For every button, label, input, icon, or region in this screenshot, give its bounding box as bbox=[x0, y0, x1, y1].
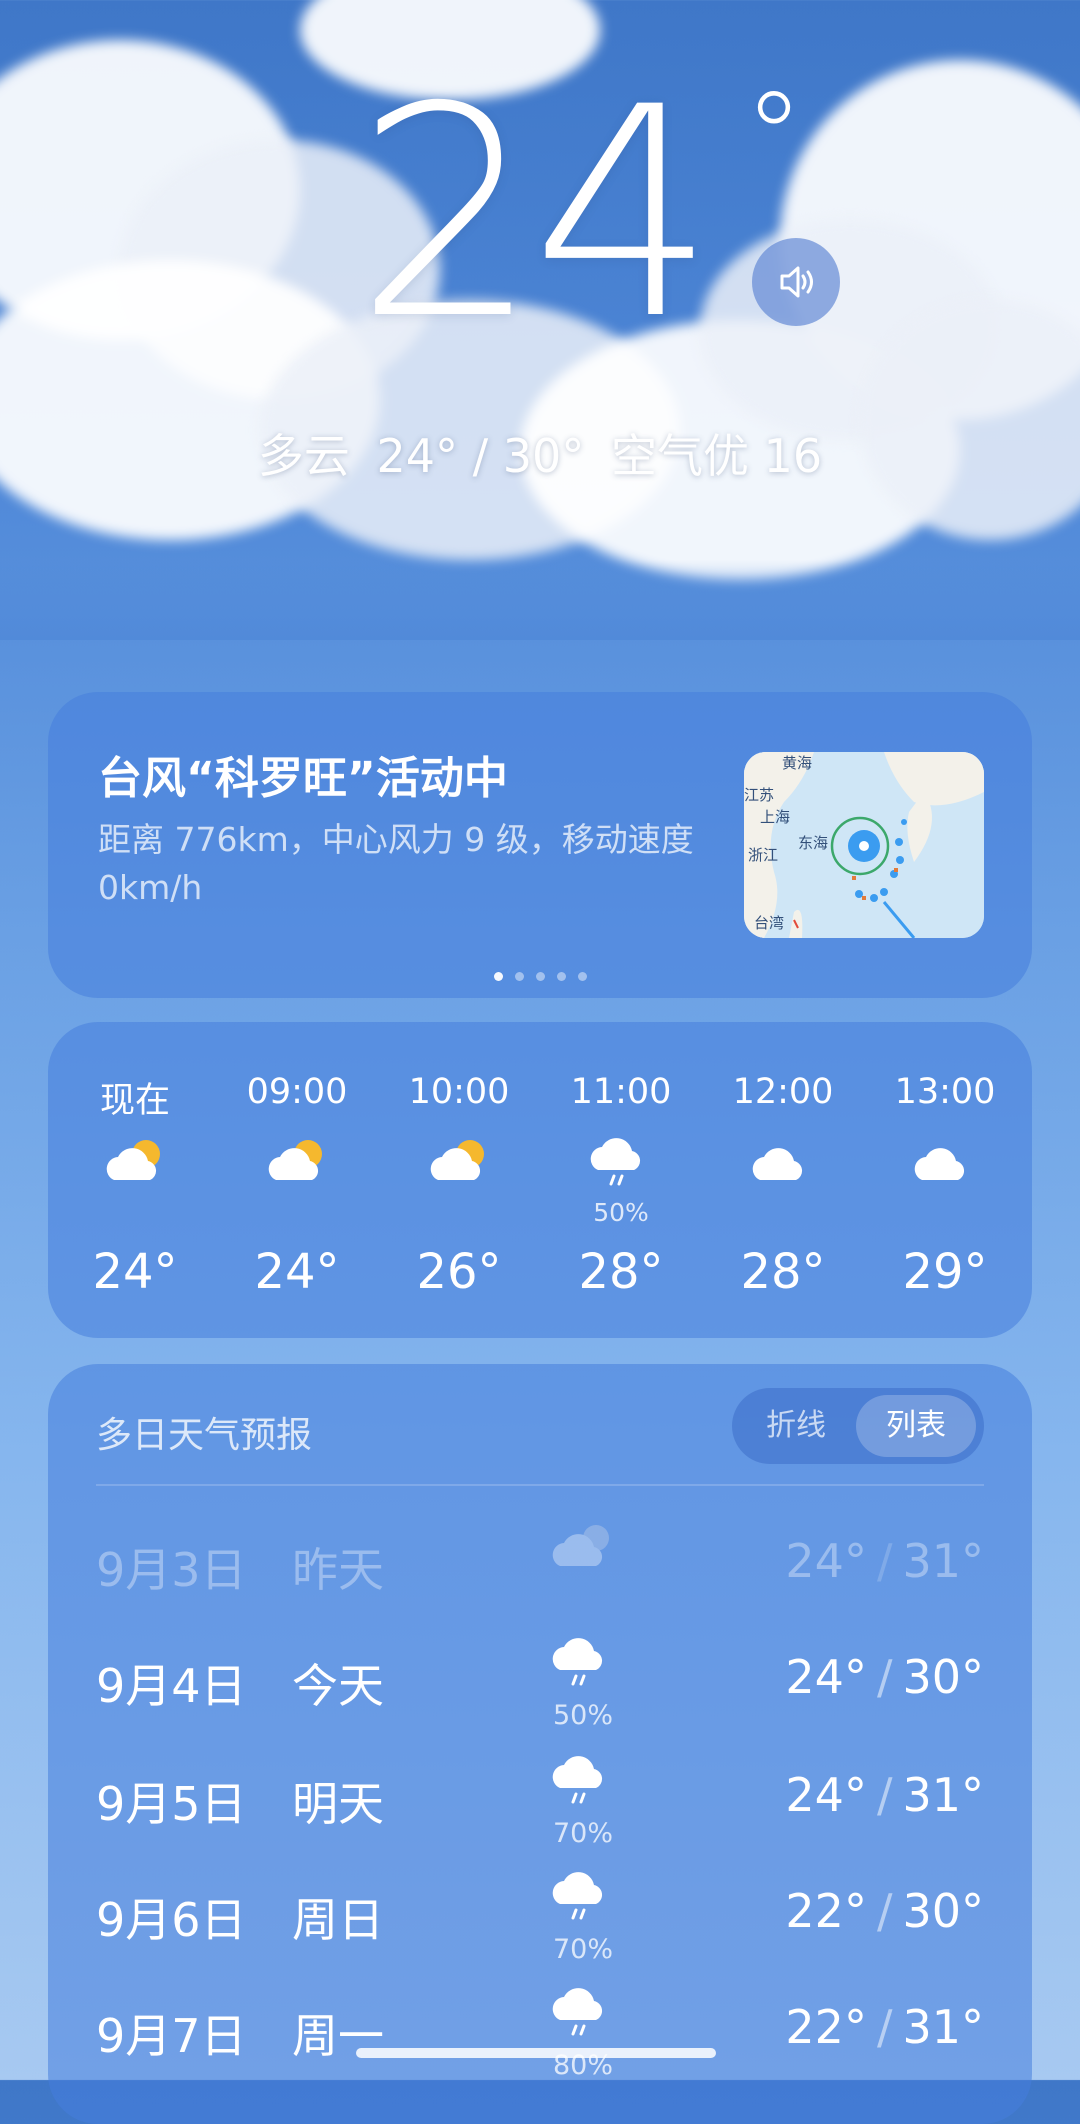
row-temp-range: 22°/31° bbox=[785, 2000, 984, 2054]
hour-time: 现在 bbox=[99, 1081, 170, 1121]
cloudy-night-icon bbox=[552, 1525, 609, 1566]
map-label: 上海 bbox=[760, 808, 791, 826]
row-precip: 70% bbox=[552, 1818, 613, 1849]
carousel-dot bbox=[493, 972, 503, 981]
hour-temp: 26° bbox=[416, 1244, 502, 1300]
row-high: 30° bbox=[902, 1884, 984, 1938]
row-low: 24° bbox=[785, 1534, 867, 1588]
typhoon-alert-card[interactable]: 台风“科罗旺”活动中 距离 776km，中心风力 9 级，移动速度 0km/h … bbox=[48, 692, 1032, 998]
row-low: 22° bbox=[785, 1884, 867, 1938]
daily-forecast-card: 多日天气预报 折线 列表 9月3日 昨天 24°/31° 9月4日 今天 50%… bbox=[48, 1364, 1032, 2124]
daily-forecast-title: 多日天气预报 bbox=[96, 1415, 313, 1456]
partly-cloudy-icon bbox=[106, 1140, 160, 1180]
daily-row[interactable]: 9月4日 今天 50% 24°/30° bbox=[48, 1630, 1032, 1740]
row-precip: 50% bbox=[552, 1700, 613, 1731]
partly-cloudy-icon bbox=[430, 1140, 484, 1180]
row-low: 24° bbox=[785, 1768, 867, 1822]
air-quality[interactable]: 空气优 16 bbox=[611, 429, 822, 483]
view-toggle[interactable]: 折线 列表 bbox=[732, 1388, 984, 1464]
row-temp-range: 22°/30° bbox=[785, 1884, 984, 1938]
row-temp-range: 24°/31° bbox=[785, 1534, 984, 1588]
row-high: 31° bbox=[902, 1768, 984, 1822]
voice-broadcast-button[interactable] bbox=[752, 238, 840, 326]
row-date: 9月4日 bbox=[96, 1659, 247, 1713]
cloudy-icon bbox=[914, 1148, 965, 1180]
hour-temp: 24° bbox=[254, 1244, 340, 1300]
typhoon-description: 距离 776km，中心风力 9 级，移动速度 0km/h bbox=[98, 820, 694, 907]
row-date: 9月7日 bbox=[96, 2009, 247, 2063]
daily-row[interactable]: 9月5日 明天 70% 24°/31° bbox=[48, 1748, 1032, 1858]
map-label: 东海 bbox=[798, 834, 829, 852]
daily-row[interactable]: 9月7日 周一 80% 22°/31° bbox=[48, 1980, 1032, 2090]
current-temperature: 24 bbox=[355, 46, 716, 383]
hour-time: 10:00 bbox=[408, 1072, 510, 1112]
rain-icon bbox=[552, 1756, 603, 1804]
carousel-dot bbox=[514, 972, 524, 981]
typhoon-map[interactable]: 黄海 江苏 上海 浙江 东海 台湾 bbox=[744, 752, 984, 938]
condition-text: 多云 bbox=[257, 429, 350, 483]
speaker-icon bbox=[780, 266, 813, 298]
daily-row[interactable]: 9月6日 周日 70% 22°/30° bbox=[48, 1864, 1032, 1974]
row-day: 今天 bbox=[292, 1659, 384, 1713]
hour-precip: 50% bbox=[593, 1198, 649, 1227]
row-date: 9月5日 bbox=[96, 1777, 247, 1831]
row-temp-range: 24°/30° bbox=[785, 1650, 984, 1704]
row-day: 明天 bbox=[292, 1777, 384, 1831]
row-precip: 70% bbox=[552, 1934, 613, 1965]
map-label: 台湾 bbox=[754, 914, 785, 932]
hour-temp: 28° bbox=[740, 1244, 826, 1300]
row-high: 31° bbox=[902, 1534, 984, 1588]
rain-icon bbox=[552, 1988, 603, 2036]
rain-icon bbox=[552, 1638, 603, 1686]
row-day: 昨天 bbox=[292, 1543, 384, 1597]
row-low: 22° bbox=[785, 2000, 867, 2054]
row-day: 周日 bbox=[292, 1893, 384, 1947]
degree-symbol: ° bbox=[744, 68, 804, 207]
carousel-dot bbox=[535, 972, 545, 981]
carousel-dot bbox=[556, 972, 566, 981]
row-temp-range: 24°/31° bbox=[785, 1768, 984, 1822]
temperature-range: 24° / 30° bbox=[376, 429, 585, 483]
hour-temp: 29° bbox=[902, 1244, 988, 1300]
hour-time: 09:00 bbox=[246, 1072, 348, 1112]
partly-cloudy-icon bbox=[268, 1140, 322, 1180]
row-date: 9月6日 bbox=[96, 1893, 247, 1947]
map-label: 黄海 bbox=[782, 754, 813, 772]
carousel-dot bbox=[577, 972, 587, 981]
hour-temp: 28° bbox=[578, 1244, 664, 1300]
daily-row[interactable]: 9月3日 昨天 24°/31° bbox=[48, 1514, 1032, 1624]
weather-summary: 多云 24° / 30° 空气优 16 bbox=[0, 420, 1080, 486]
home-indicator[interactable] bbox=[356, 2048, 716, 2058]
hour-time: 13:00 bbox=[894, 1072, 996, 1112]
hourly-forecast-card[interactable]: 现在 24° 09:00 24° 10:00 26° 11:00 50% 28°… bbox=[48, 1022, 1032, 1338]
map-label: 浙江 bbox=[748, 846, 779, 864]
cloudy-icon bbox=[752, 1148, 803, 1180]
row-high: 30° bbox=[902, 1650, 984, 1704]
chart-view-tab[interactable]: 折线 bbox=[746, 1388, 846, 1464]
list-view-tab[interactable]: 列表 bbox=[856, 1395, 976, 1457]
hour-time: 11:00 bbox=[570, 1072, 672, 1112]
carousel-dots bbox=[48, 972, 1032, 981]
row-low: 24° bbox=[785, 1650, 867, 1704]
map-label: 江苏 bbox=[744, 786, 775, 804]
divider bbox=[96, 1484, 984, 1486]
typhoon-title: 台风“科罗旺”活动中 bbox=[98, 753, 508, 804]
rain-icon bbox=[590, 1138, 641, 1186]
hour-time: 12:00 bbox=[732, 1072, 834, 1112]
row-high: 31° bbox=[902, 2000, 984, 2054]
rain-icon bbox=[552, 1872, 603, 1920]
hour-temp: 24° bbox=[92, 1244, 178, 1300]
row-date: 9月3日 bbox=[96, 1543, 247, 1597]
